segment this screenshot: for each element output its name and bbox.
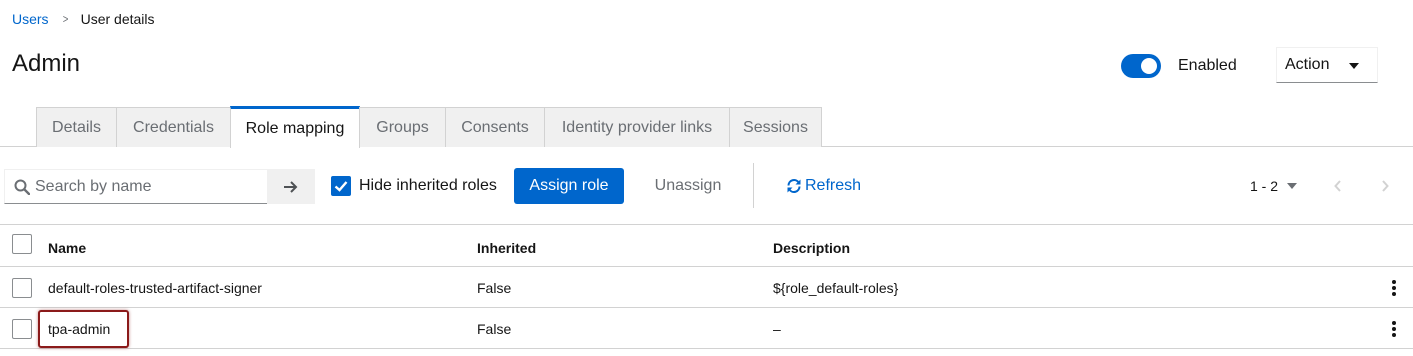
tab-groups[interactable]: Groups <box>359 107 446 147</box>
breadcrumb-users-link[interactable]: Users <box>12 11 49 27</box>
action-label: Action <box>1285 56 1330 73</box>
hide-inherited-label: Hide inherited roles <box>359 177 497 194</box>
search-input[interactable] <box>35 177 255 196</box>
arrow-right-icon <box>284 180 298 193</box>
next-page-button[interactable] <box>1370 168 1400 204</box>
page-title: Admin <box>12 50 81 77</box>
hide-inherited-roles: Hide inherited roles <box>331 176 497 196</box>
unassign-button[interactable]: Unassign <box>640 168 736 204</box>
refresh-button[interactable]: Refresh <box>786 168 861 204</box>
pagination-range: 1 - 2 <box>1250 178 1279 194</box>
refresh-label: Refresh <box>805 177 862 194</box>
column-header-inherited: Inherited <box>477 240 537 256</box>
pagination-toggle[interactable]: 1 - 2 <box>1250 168 1298 204</box>
chevron-right-icon: > <box>62 12 68 26</box>
tab-details[interactable]: Details <box>36 107 117 147</box>
assign-role-button[interactable]: Assign role <box>514 168 624 204</box>
role-name: default-roles-trusted-artifact-signer <box>48 280 262 296</box>
tab-consents[interactable]: Consents <box>445 107 545 147</box>
kebab-icon[interactable] <box>1388 319 1400 339</box>
tab-role-mapping[interactable]: Role mapping <box>230 106 360 148</box>
select-all-checkbox[interactable] <box>12 234 32 254</box>
table-row: tpa-admin False – <box>0 308 1413 349</box>
sync-icon <box>787 179 801 193</box>
column-header-name[interactable]: Name <box>48 240 86 256</box>
role-inherited: False <box>477 321 512 337</box>
enabled-switch-group: Enabled <box>1121 54 1237 78</box>
search-box <box>4 169 268 204</box>
angle-left-icon <box>1334 180 1341 192</box>
toggle-knob <box>1141 58 1157 74</box>
hide-inherited-checkbox[interactable] <box>331 176 351 196</box>
search-submit-button[interactable] <box>267 169 315 204</box>
tab-bar: Details Credentials Role mapping Groups … <box>0 106 1413 148</box>
table-row: default-roles-trusted-artifact-signer Fa… <box>0 267 1413 308</box>
toolbar: Hide inherited roles Assign role Unassig… <box>0 163 1413 209</box>
row-checkbox[interactable] <box>12 319 32 339</box>
role-name: tpa-admin <box>48 321 111 337</box>
angle-right-icon <box>1382 180 1389 192</box>
previous-page-button[interactable] <box>1323 168 1353 204</box>
action-dropdown[interactable]: Action <box>1276 47 1378 83</box>
check-icon <box>334 181 348 192</box>
table-header: Name Inherited Description <box>0 225 1413 267</box>
toolbar-divider <box>753 163 754 208</box>
breadcrumb-current: User details <box>80 11 155 27</box>
row-checkbox[interactable] <box>12 278 32 298</box>
breadcrumb: Users > User details <box>12 11 155 27</box>
role-inherited: False <box>477 280 512 296</box>
tab-sessions[interactable]: Sessions <box>729 107 822 147</box>
caret-down-icon <box>1287 183 1298 189</box>
tab-credentials[interactable]: Credentials <box>116 107 231 147</box>
kebab-icon[interactable] <box>1388 278 1400 298</box>
caret-down-icon <box>1349 63 1359 69</box>
enabled-toggle[interactable] <box>1121 54 1161 78</box>
search-icon <box>5 179 35 195</box>
column-header-description: Description <box>773 240 851 256</box>
role-description: ${role_default-roles} <box>773 280 899 296</box>
enabled-label: Enabled <box>1178 57 1237 74</box>
role-description: – <box>773 321 781 337</box>
tab-identity-provider-links[interactable]: Identity provider links <box>544 107 730 147</box>
